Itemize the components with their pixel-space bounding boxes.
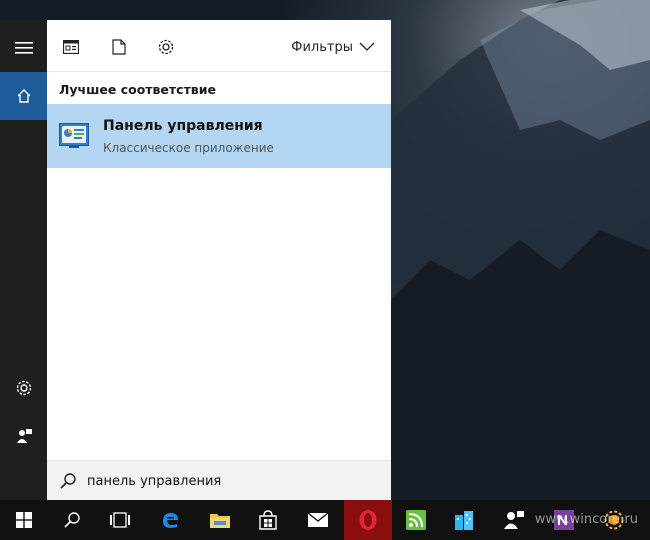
gear-icon — [158, 39, 174, 55]
task-view-icon — [110, 512, 130, 528]
folder-icon — [210, 514, 230, 528]
feedback-button[interactable] — [0, 412, 47, 460]
start-menu: Фильтры Лучшее соответствие Панель управ… — [0, 20, 391, 500]
apps-filter-button[interactable] — [62, 38, 80, 56]
control-panel-icon — [59, 123, 89, 148]
settings-filter-button[interactable] — [157, 38, 175, 56]
hamburger-icon — [14, 42, 33, 54]
feed-reader-button[interactable] — [392, 500, 440, 540]
task-view-button[interactable] — [96, 500, 144, 540]
taskbar-search-button[interactable] — [48, 500, 96, 540]
people-app-button[interactable] — [490, 500, 538, 540]
file-explorer-button[interactable] — [196, 500, 244, 540]
documents-filter-button[interactable] — [110, 38, 128, 56]
best-match-result[interactable]: Панель управления Классическое приложени… — [47, 104, 391, 168]
settings-button[interactable] — [0, 364, 47, 412]
start-rail — [0, 20, 47, 500]
document-icon — [112, 39, 126, 55]
edge-browser-button[interactable] — [146, 500, 194, 540]
buildings-icon — [455, 511, 473, 530]
store-bag-icon — [259, 510, 277, 530]
network-app-button[interactable] — [440, 500, 488, 540]
search-input[interactable] — [87, 469, 377, 493]
people-icon — [504, 511, 524, 529]
best-match-heading: Лучшее соответствие — [59, 82, 216, 97]
rss-feed-icon — [406, 510, 426, 530]
mail-button[interactable] — [294, 500, 342, 540]
watermark: www.wincore.ru — [534, 512, 638, 527]
home-icon — [17, 89, 30, 103]
search-icon — [60, 473, 76, 489]
opera-browser-button[interactable] — [344, 500, 392, 540]
chevron-down-icon — [359, 42, 375, 51]
opera-icon — [359, 510, 377, 530]
filters-dropdown[interactable]: Фильтры — [291, 36, 375, 58]
result-subtitle: Классическое приложение — [103, 141, 274, 155]
gear-icon — [16, 380, 31, 396]
feedback-person-icon — [16, 429, 32, 443]
start-button[interactable] — [0, 500, 48, 540]
search-box — [47, 460, 391, 500]
app-window-icon — [63, 40, 79, 54]
search-results-panel: Фильтры Лучшее соответствие Панель управ… — [47, 20, 391, 500]
store-button[interactable] — [244, 500, 292, 540]
edge-icon — [163, 513, 178, 528]
taskbar: www.wincore.ru — [0, 500, 650, 540]
search-icon — [64, 512, 80, 528]
filters-label: Фильтры — [291, 39, 353, 55]
search-toolbar: Фильтры — [47, 20, 391, 72]
home-button[interactable] — [0, 72, 47, 120]
mail-icon — [307, 512, 329, 527]
hamburger-menu-button[interactable] — [0, 24, 47, 72]
windows-logo-icon — [16, 512, 32, 528]
result-title: Панель управления — [103, 118, 263, 134]
